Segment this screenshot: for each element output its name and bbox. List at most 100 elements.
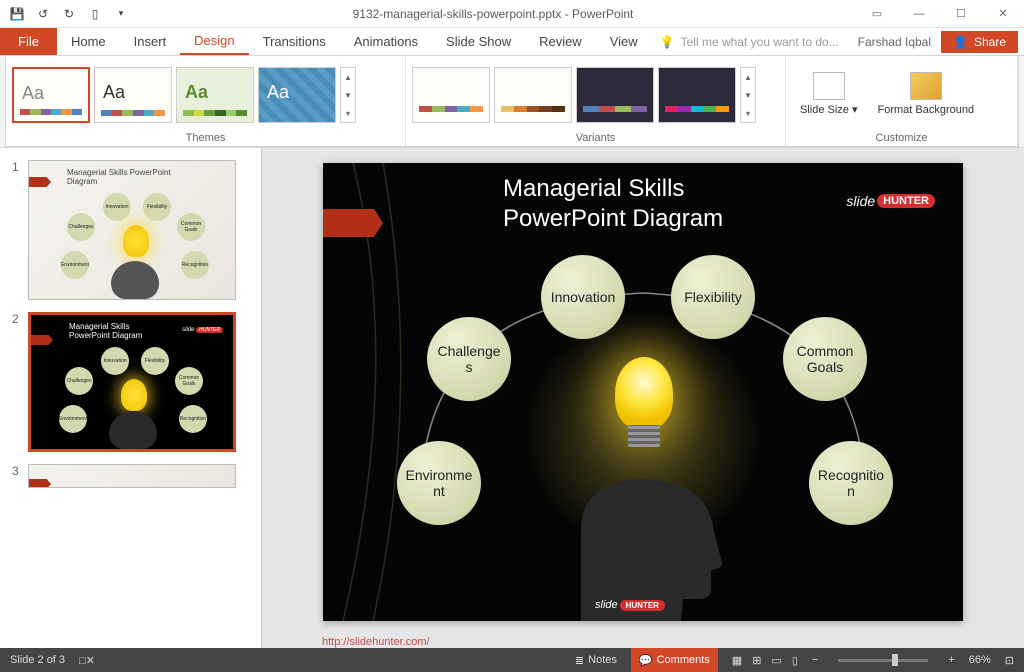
themes-group-label: Themes <box>12 130 399 144</box>
notes-label: Notes <box>588 654 617 666</box>
tab-home[interactable]: Home <box>57 28 120 55</box>
theme-thumb-3[interactable]: Aa <box>176 67 254 123</box>
spell-check-icon[interactable]: □✕ <box>79 654 95 667</box>
normal-view-icon[interactable]: ▦ <box>732 654 742 667</box>
variant-thumb-4[interactable] <box>658 67 736 123</box>
tab-transitions[interactable]: Transitions <box>249 28 340 55</box>
slide-editor-area[interactable]: Managerial Skills PowerPoint Diagram sli… <box>262 148 1024 648</box>
group-customize: Slide Size ▾ Format Background Customize <box>786 56 1018 146</box>
user-name[interactable]: Farshad Iqbal <box>858 35 931 49</box>
bubble-environment: Environment <box>397 441 481 525</box>
zoom-out-icon[interactable]: − <box>812 654 818 666</box>
themes-more-button[interactable]: ▲▼▾ <box>340 67 356 123</box>
thumb-bubble: Common Goals <box>175 367 203 395</box>
document-title: 9132-managerial-skills-powerpoint.pptx -… <box>130 7 856 21</box>
thumb-title: Managerial Skills PowerPointDiagram <box>67 169 171 187</box>
variant-thumb-1[interactable] <box>412 67 490 123</box>
thumb-bubble: Flexibility <box>143 193 171 221</box>
slide-size-button[interactable]: Slide Size ▾ <box>792 68 866 121</box>
maximize-icon[interactable]: ☐ <box>940 0 982 28</box>
zoom-slider[interactable] <box>838 659 928 662</box>
tab-slideshow[interactable]: Slide Show <box>432 28 525 55</box>
minimize-icon[interactable]: — <box>898 0 940 28</box>
variant-thumb-2[interactable] <box>494 67 572 123</box>
notes-button[interactable]: ≣ Notes <box>575 654 617 667</box>
comments-label: Comments <box>657 654 710 666</box>
notes-icon: ≣ <box>575 654 584 667</box>
tell-me-search[interactable]: 💡 Tell me what you want to do... <box>652 28 858 55</box>
sorter-view-icon[interactable]: ⊞ <box>752 654 761 667</box>
slidehunter-logo-footer: slide HUNTER <box>595 599 665 611</box>
file-tab[interactable]: File <box>0 28 57 55</box>
share-label: Share <box>974 35 1006 49</box>
slideshow-view-icon[interactable]: ▯ <box>792 654 798 667</box>
share-button[interactable]: 👤 Share <box>941 31 1018 53</box>
format-bg-label: Format Background <box>878 104 975 117</box>
start-from-beginning-icon[interactable]: ▯ <box>86 5 104 23</box>
format-background-icon <box>910 72 942 100</box>
slide-thumbnails-panel[interactable]: 1 Managerial Skills PowerPointDiagram In… <box>0 148 262 648</box>
slide-thumb-3[interactable]: 3 <box>0 458 261 494</box>
tab-design[interactable]: Design <box>180 28 248 55</box>
slide-size-icon <box>813 72 845 100</box>
theme-thumb-1[interactable]: Aa <box>12 67 90 123</box>
slide-footer-url: http://slidehunter.com/ <box>262 636 1024 648</box>
slide-thumb-2[interactable]: 2 Managerial SkillsPowerPoint Diagram sl… <box>0 306 261 458</box>
thumb-title: Managerial SkillsPowerPoint Diagram <box>69 323 142 341</box>
thumb-bubble: Innovation <box>101 347 129 375</box>
thumb-bubble: Environment <box>61 251 89 279</box>
zoom-level[interactable]: 66% <box>969 654 991 666</box>
thumb-bubble: Common Goals <box>177 213 205 241</box>
zoom-in-icon[interactable]: + <box>948 654 954 666</box>
tab-view[interactable]: View <box>596 28 652 55</box>
theme-thumb-4[interactable]: Aa <box>258 67 336 123</box>
ribbon: Aa Aa Aa Aa ▲▼▾ Themes <box>0 56 1024 148</box>
redo-icon[interactable]: ↻ <box>60 5 78 23</box>
close-icon[interactable]: ✕ <box>982 0 1024 28</box>
tab-animations[interactable]: Animations <box>340 28 432 55</box>
format-background-button[interactable]: Format Background <box>870 68 983 121</box>
slide-counter[interactable]: Slide 2 of 3 <box>10 654 65 666</box>
current-slide[interactable]: Managerial Skills PowerPoint Diagram sli… <box>323 163 963 621</box>
fit-to-window-icon[interactable]: ⊡ <box>1005 654 1014 667</box>
variants-more-button[interactable]: ▲▼▾ <box>740 67 756 123</box>
slide-title-line1: Managerial Skills <box>503 175 684 203</box>
lightbulb-icon <box>615 357 673 447</box>
logo-badge: HUNTER <box>620 600 665 611</box>
lightbulb-icon: 💡 <box>660 35 675 49</box>
logo-text: slide <box>595 599 618 611</box>
thumb-number: 1 <box>12 160 20 300</box>
variant-thumb-3[interactable] <box>576 67 654 123</box>
thumb-bubble: Environment <box>59 405 87 433</box>
ribbon-options-icon[interactable]: ▭ <box>856 0 898 28</box>
ribbon-tabs: File Home Insert Design Transitions Anim… <box>0 28 1024 56</box>
bubble-innovation: Innovation <box>541 255 625 339</box>
slide-size-label: Slide Size <box>800 104 849 116</box>
thumb-bubble: Challenges <box>65 367 93 395</box>
slide-thumb-1[interactable]: 1 Managerial Skills PowerPointDiagram In… <box>0 154 261 306</box>
tell-me-placeholder: Tell me what you want to do... <box>681 35 839 49</box>
reading-view-icon[interactable]: ▭ <box>771 654 781 667</box>
thumb-red-marker <box>29 479 51 488</box>
status-bar: Slide 2 of 3 □✕ ≣ Notes 💬Comments ▦ ⊞ ▭ ▯… <box>0 648 1024 672</box>
thumb-head-icon <box>111 261 159 299</box>
share-icon: 👤 <box>953 35 968 49</box>
thumb-red-marker <box>31 335 53 345</box>
thumb-logo: slide HUNTER <box>182 327 223 333</box>
undo-icon[interactable]: ↺ <box>34 5 52 23</box>
slide-red-marker <box>323 209 383 237</box>
save-icon[interactable]: 💾 <box>8 5 26 23</box>
title-bar: 💾 ↺ ↻ ▯ ▾ 9132-managerial-skills-powerpo… <box>0 0 1024 28</box>
tab-review[interactable]: Review <box>525 28 596 55</box>
tab-insert[interactable]: Insert <box>120 28 181 55</box>
theme-thumb-2[interactable]: Aa <box>94 67 172 123</box>
slidehunter-logo: slide HUNTER <box>846 193 935 209</box>
bubble-challenges: Challenges <box>427 317 511 401</box>
group-variants: ▲▼▾ Variants <box>406 56 786 146</box>
comments-button[interactable]: 💬Comments <box>631 648 718 672</box>
slide-title-line2: PowerPoint Diagram <box>503 205 723 233</box>
user-area: Farshad Iqbal 👤 Share <box>858 28 1024 55</box>
qat-more-icon[interactable]: ▾ <box>112 5 130 23</box>
thumb-bubble: Challenges <box>67 213 95 241</box>
logo-text: slide <box>846 193 875 209</box>
